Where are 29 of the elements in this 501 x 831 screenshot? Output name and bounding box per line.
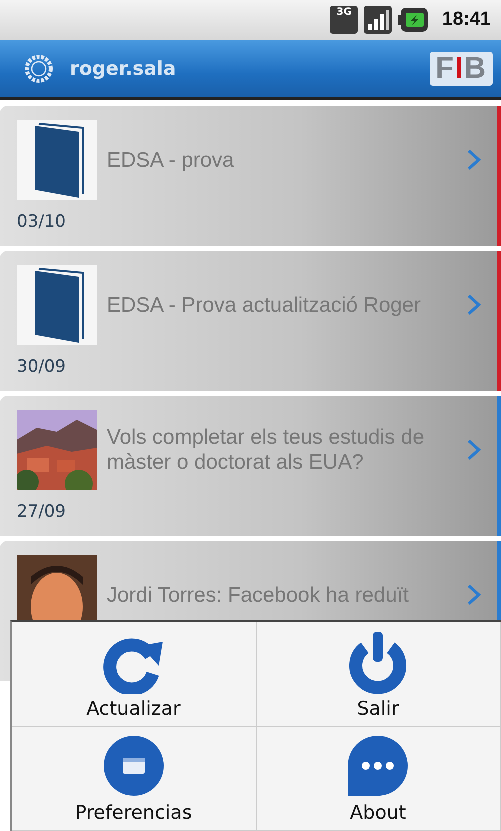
clock-time: 18:41: [442, 9, 491, 31]
item-date: 30/09: [17, 357, 67, 377]
book-icon: [17, 265, 97, 345]
item-title: Vols completar els teus estudis de màster o doctorat als EUA?: [107, 425, 426, 475]
chevron-right-icon: [467, 149, 481, 171]
username: roger.sala: [70, 58, 178, 80]
news-item[interactable]: Vols completar els teus estudis de màster o doctorat als EUA? 27/09: [0, 396, 501, 536]
chevron-right-icon: [467, 439, 481, 461]
menu-item[interactable]: About: [256, 726, 501, 831]
network-type-icon: 3G: [330, 6, 358, 34]
menu-item[interactable]: Preferencias: [12, 726, 256, 831]
app-logo-icon: [24, 54, 54, 84]
chevron-right-icon: [467, 294, 481, 316]
item-title: Jordi Torres: Facebook ha reduït: [107, 582, 410, 608]
preferences-icon: [102, 734, 166, 798]
fib-logo: FIB: [430, 52, 493, 86]
chevron-right-icon: [467, 584, 481, 606]
item-date: 27/09: [17, 502, 67, 522]
menu-item[interactable]: Actualizar: [12, 622, 256, 726]
speech-bubble-icon: [346, 734, 410, 798]
battery-icon: [398, 8, 428, 32]
signal-icon: [364, 6, 392, 34]
item-title: EDSA - prova: [107, 148, 236, 172]
item-title: EDSA - Prova actualització Roger: [107, 292, 422, 318]
news-item[interactable]: EDSA - Prova actualització Roger 30/09: [0, 251, 501, 391]
book-icon: [17, 120, 97, 200]
news-item[interactable]: EDSA - prova 03/10: [0, 106, 501, 246]
menu-item[interactable]: Salir: [256, 622, 501, 726]
item-date: 03/10: [17, 212, 67, 232]
